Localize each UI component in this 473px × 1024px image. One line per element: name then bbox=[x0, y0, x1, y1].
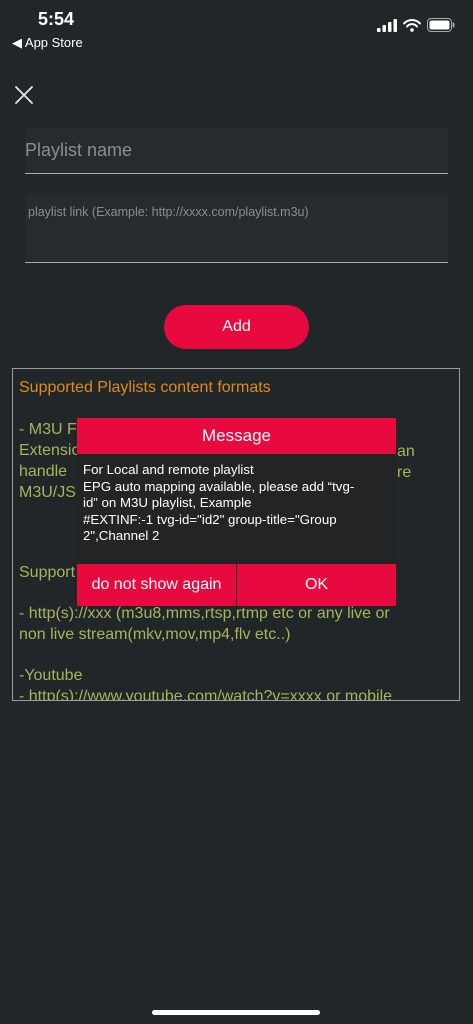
info-line: non live stream(mkv,mov,mp4,flv etc..) bbox=[19, 626, 291, 643]
dialog-body-line: id” on M3U playlist, Example bbox=[83, 495, 252, 510]
info-line: - http(s)://xxx (m3u8,mms,rtsp,rtmp etc … bbox=[19, 605, 390, 622]
playlist-name-field[interactable] bbox=[25, 128, 448, 174]
dialog-body-line: #EXTINF:-1 tvg-id="id2" group-title="Gro… bbox=[83, 511, 337, 527]
info-line: Extensio bbox=[19, 442, 81, 459]
info-line-fragment: re bbox=[397, 464, 412, 481]
dialog-body-line: For Local and remote playlist bbox=[83, 462, 254, 477]
info-line: - M3U F bbox=[19, 421, 77, 438]
playlist-link-field[interactable] bbox=[25, 193, 451, 263]
back-to-app-store-link[interactable]: ◀ App Store bbox=[12, 35, 83, 51]
playlist-name-input[interactable] bbox=[25, 128, 448, 161]
dialog-actions: do not show again OK bbox=[77, 564, 396, 606]
screen: 5:54 ◀ App Store Add Supported Pl bbox=[0, 0, 473, 1024]
do-not-show-again-button[interactable]: do not show again bbox=[77, 564, 236, 606]
info-line: handle bbox=[19, 463, 68, 480]
home-indicator[interactable] bbox=[152, 1010, 320, 1015]
dialog-body: For Local and remote playlist EPG auto m… bbox=[77, 454, 396, 558]
info-line: M3U/JS bbox=[19, 484, 76, 501]
status-time: 5:54 bbox=[38, 9, 75, 29]
dialog-body-line: EPG auto mapping available, please add “… bbox=[83, 478, 355, 494]
dialog-title: Message bbox=[77, 418, 396, 454]
playlist-link-input[interactable] bbox=[25, 193, 451, 219]
info-line: -Youtube bbox=[19, 667, 83, 684]
info-heading: Supported Playlists content formats bbox=[19, 379, 271, 396]
close-icon bbox=[15, 86, 33, 104]
status-icons bbox=[377, 18, 455, 32]
message-dialog: Message For Local and remote playlist EP… bbox=[77, 418, 396, 606]
dialog-body-line: 2",Channel 2 bbox=[83, 528, 160, 543]
cellular-signal-icon bbox=[377, 18, 397, 32]
wifi-icon bbox=[403, 18, 421, 32]
info-line-fragment: an bbox=[397, 443, 415, 460]
ok-button[interactable]: OK bbox=[237, 564, 396, 606]
battery-icon bbox=[427, 18, 455, 32]
add-button[interactable]: Add bbox=[164, 305, 309, 349]
close-button[interactable] bbox=[12, 83, 36, 107]
info-line: - http(s)://www.youtube.com/watch?v=xxxx… bbox=[19, 688, 393, 701]
info-line: Support bbox=[19, 564, 76, 581]
